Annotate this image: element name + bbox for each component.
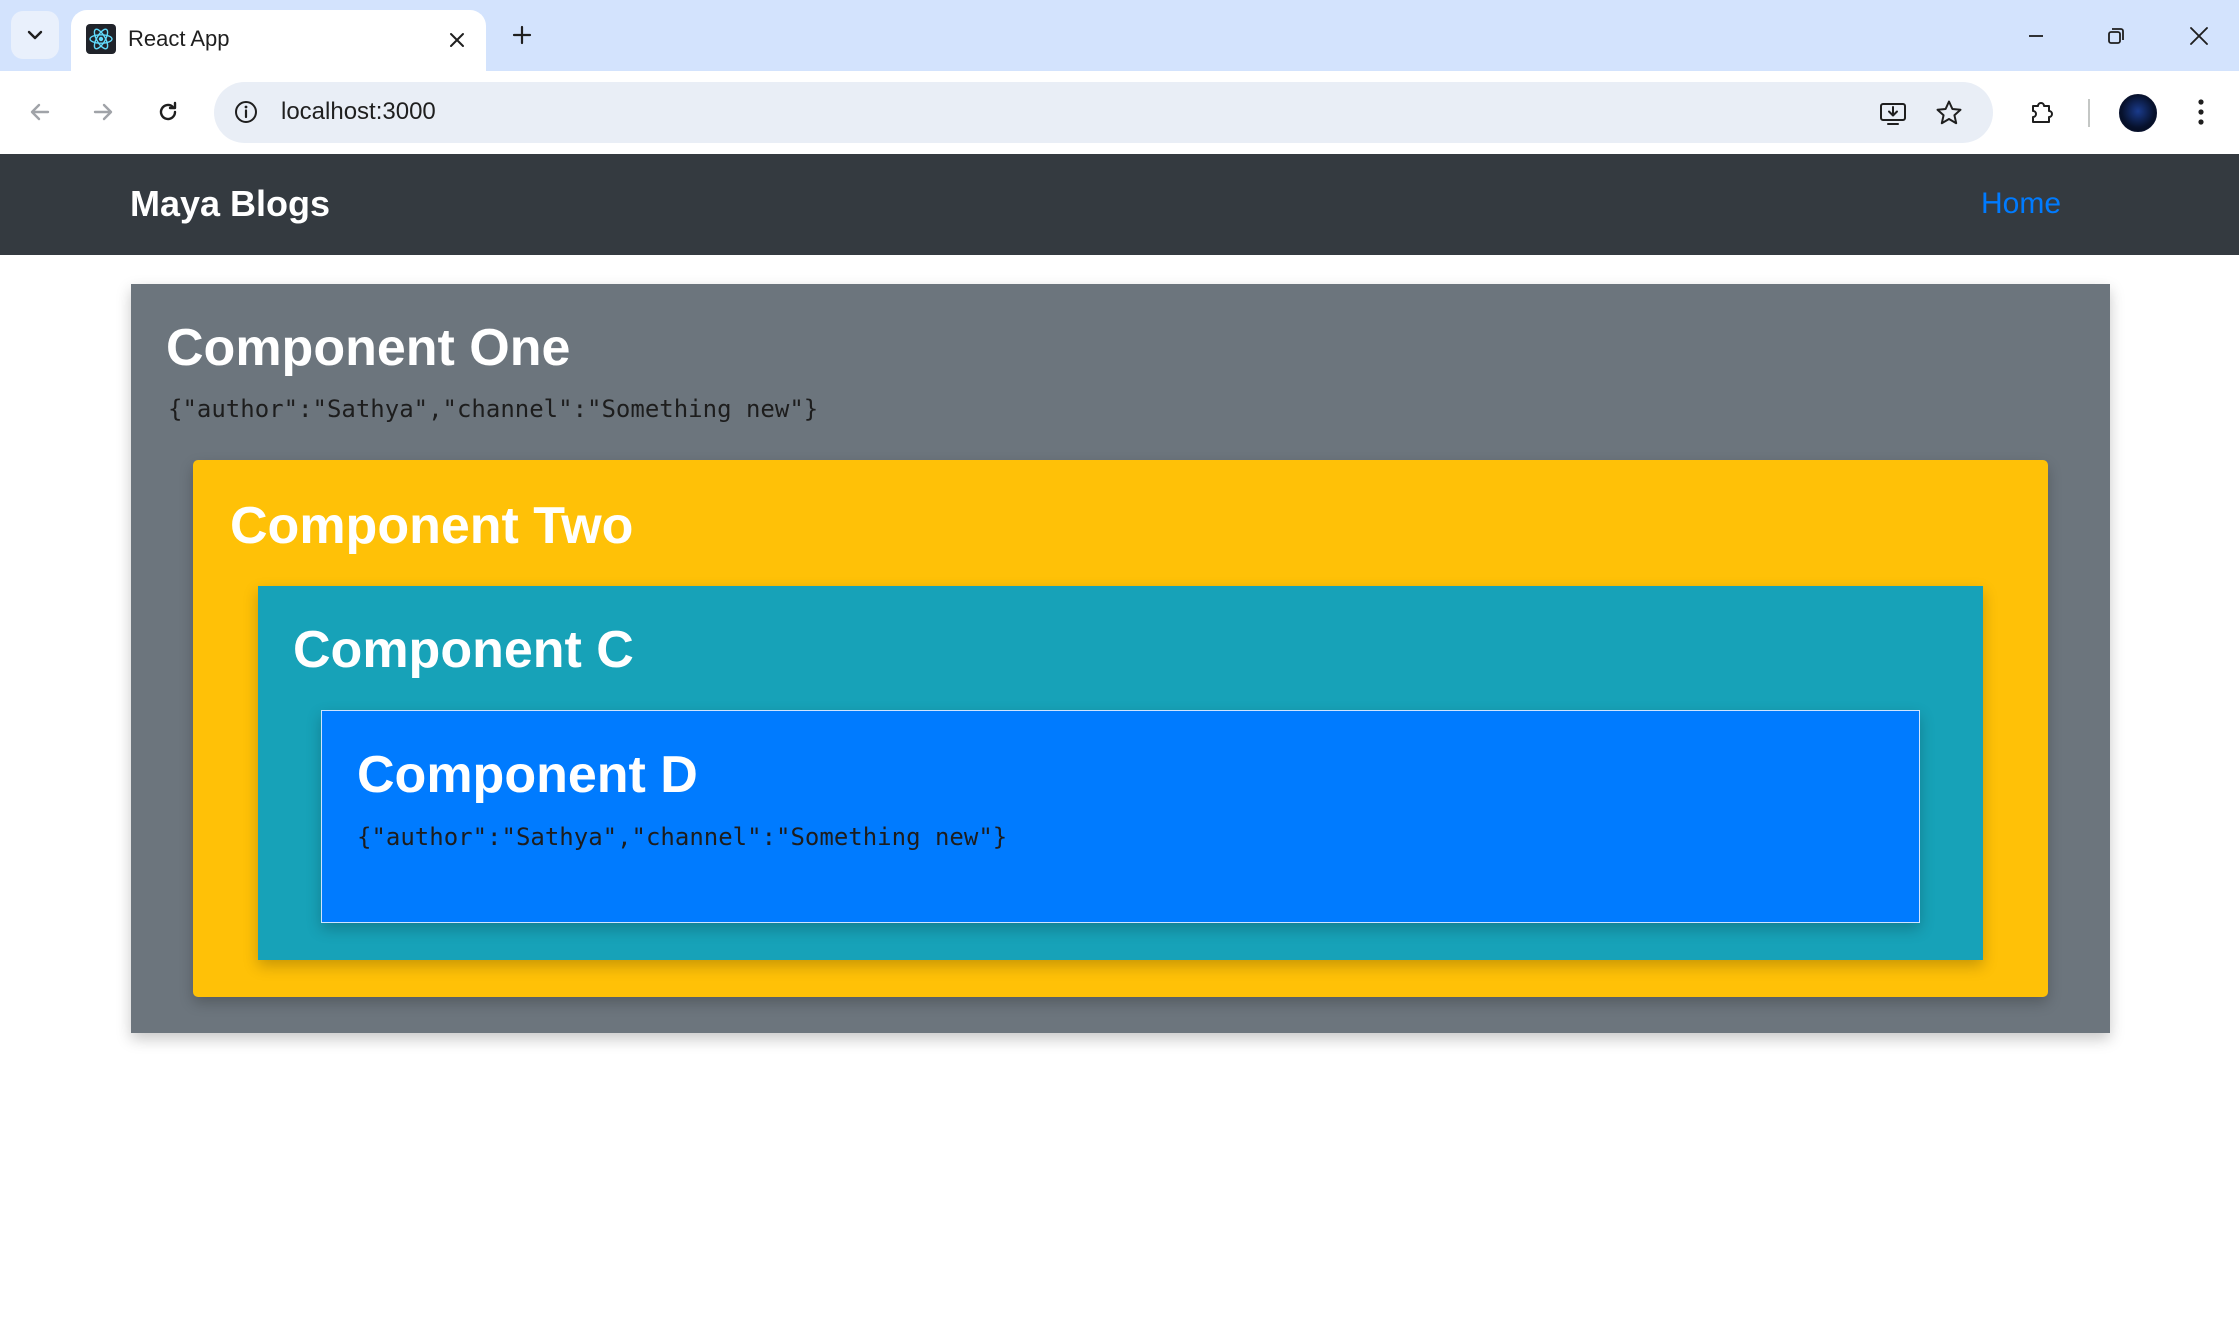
- component-c-card: Component C Component D {"author":"Sathy…: [258, 586, 1983, 960]
- app-navbar: Maya Blogs Home: [0, 154, 2239, 255]
- reload-icon: [159, 101, 177, 121]
- minimize-button[interactable]: [2018, 18, 2054, 54]
- reload-button[interactable]: [147, 91, 189, 133]
- info-icon[interactable]: [231, 97, 261, 127]
- new-tab-button[interactable]: [505, 18, 539, 52]
- nav-link-home[interactable]: Home: [1981, 184, 2061, 224]
- avatar-icon[interactable]: [2119, 94, 2157, 132]
- toolbar-divider: [2088, 99, 2090, 127]
- component-d-json: {"author":"Sathya","channel":"Something …: [357, 823, 1008, 851]
- component-one-title: Component One: [166, 319, 571, 377]
- back-button[interactable]: [19, 91, 61, 133]
- forward-button[interactable]: [82, 91, 124, 133]
- tab-search-button[interactable]: [11, 11, 59, 59]
- plus-icon: [512, 25, 532, 45]
- component-one-card: Component One {"author":"Sathya","channe…: [131, 284, 2110, 1033]
- star-icon: [1936, 100, 1962, 125]
- kebab-menu-icon: [2198, 99, 2204, 125]
- component-c-title: Component C: [293, 621, 634, 679]
- restore-icon: [2108, 28, 2124, 44]
- browser-tabstrip: React App: [0, 0, 2239, 71]
- component-d-card: Component D {"author":"Sathya","channel"…: [321, 710, 1920, 923]
- browser-tab-active[interactable]: React App: [71, 10, 486, 71]
- navbar-brand[interactable]: Maya Blogs: [130, 182, 330, 226]
- component-two-title: Component Two: [230, 497, 634, 555]
- install-app-button[interactable]: [1876, 96, 1910, 130]
- bookmark-button[interactable]: [1932, 96, 1966, 130]
- restore-button[interactable]: [2098, 18, 2134, 54]
- tab-title: React App: [128, 26, 230, 51]
- close-icon: [2190, 27, 2208, 45]
- extensions-button[interactable]: [2022, 92, 2062, 132]
- browser-menu-button[interactable]: [2186, 92, 2216, 132]
- minimize-icon: [2029, 35, 2043, 37]
- install-icon: [1880, 103, 1906, 125]
- component-one-json: {"author":"Sathya","channel":"Something …: [168, 395, 819, 423]
- tab-close-button[interactable]: [442, 25, 472, 55]
- react-logo-icon: [86, 24, 116, 54]
- chevron-down-icon: [27, 30, 43, 40]
- address-bar[interactable]: localhost:3000: [214, 82, 1993, 143]
- component-d-title: Component D: [357, 746, 698, 804]
- component-two-card: Component Two Component C Component D {"…: [193, 460, 2048, 997]
- arrow-right-icon: [93, 103, 113, 121]
- puzzle-icon: [2032, 102, 2053, 123]
- url-text[interactable]: localhost:3000: [281, 97, 436, 127]
- arrow-left-icon: [30, 103, 50, 121]
- browser-toolbar: localhost:3000: [0, 71, 2239, 154]
- close-window-button[interactable]: [2181, 18, 2217, 54]
- close-icon: [450, 33, 464, 47]
